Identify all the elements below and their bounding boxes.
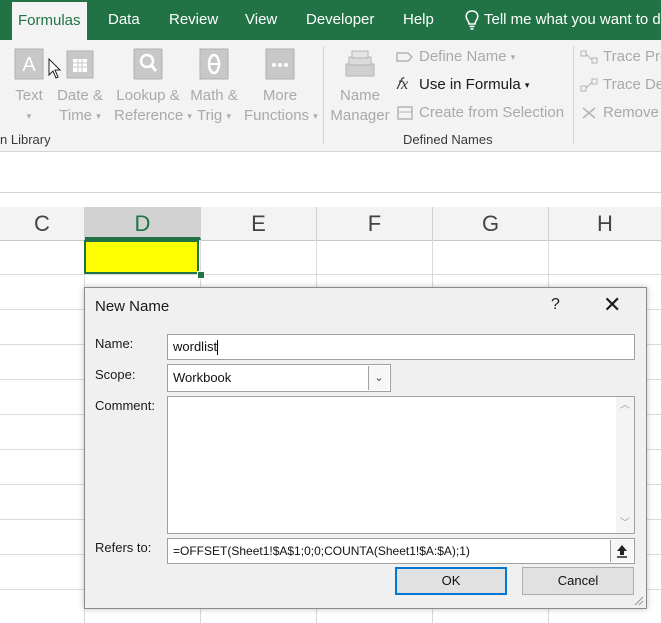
column-header-g[interactable]: G [433,207,549,240]
chevron-down-icon: ▾ [96,111,101,122]
scope-value: Workbook [173,370,232,385]
lookup-label-2: Reference [114,107,184,124]
more-functions-label-1: More [262,87,298,104]
tag-icon [396,52,414,62]
new-name-dialog: New Name ? ✕ Name: wordlist Scope: Workb… [84,287,647,609]
collapse-dialog-button[interactable] [610,540,633,562]
use-in-formula-button[interactable]: 𝑓x Use in Formula ▾ [396,74,529,96]
text-functions-label: Text [15,87,43,104]
refers-to-value: =OFFSET(Sheet1!$A$1;0;0;COUNTA(Sheet1!$A… [173,544,470,558]
lookup-reference-button[interactable]: Lookup & Reference ▾ [114,48,192,126]
trace-precedents-icon [580,50,598,64]
chevron-down-icon: ▾ [313,111,318,122]
math-trig-label-2: Trig [197,107,223,124]
remove-arrows-label: Remove [603,104,659,121]
date-time-label-2: Time [59,107,93,124]
column-header-e[interactable]: E [201,207,317,240]
tab-view[interactable]: View [245,0,277,40]
create-from-selection-icon [397,106,413,120]
trace-dependents-button[interactable]: Trace De [580,74,661,96]
chevron-down-icon: ▾ [226,111,231,122]
more-functions-button[interactable]: More Functions ▾ [244,48,318,126]
define-name-button[interactable]: Define Name ▾ [396,46,515,68]
column-header-c[interactable]: C [0,207,85,240]
name-manager-button[interactable]: Name Manager [328,48,392,126]
formula-bar[interactable] [0,152,661,193]
tab-review[interactable]: Review [169,0,218,40]
calendar-icon [66,50,94,79]
dropdown-arrow-button[interactable]: ⌄ [368,366,389,390]
tell-me-text: Tell me what you want to d [484,11,661,28]
name-manager-label-2: Manager [330,107,390,124]
date-time-button[interactable]: Date & Time ▾ [55,48,105,126]
date-time-label-1: Date & [57,87,103,104]
help-button[interactable]: ? [551,296,560,314]
trace-dependents-label: Trace De [603,76,661,93]
tab-data[interactable]: Data [108,0,140,40]
fill-handle[interactable] [197,271,205,279]
chevron-down-icon: ▾ [26,111,32,121]
math-trig-button[interactable]: Math & Trig ▾ [189,48,239,126]
ribbon-body: A Text ▾ Date & Time ▾ Lookup & Referenc… [0,40,661,152]
create-from-selection-button[interactable]: Create from Selection [396,102,564,124]
text-cursor [217,340,219,356]
use-in-formula-label: Use in Formula [419,76,521,93]
refers-to-label: Refers to: [95,540,152,555]
cancel-button[interactable]: Cancel [522,567,634,595]
name-value: wordlist [173,339,218,354]
defined-names-group-label: Defined Names [403,132,493,147]
name-manager-label-1: Name [339,87,380,104]
column-header-d[interactable]: D [85,207,201,240]
dialog-title: New Name [95,298,170,315]
math-trig-label-1: Math & [190,87,238,104]
scroll-up-icon[interactable]: ︿ [616,397,634,415]
column-header-f[interactable]: F [317,207,433,240]
chevron-down-icon: ▾ [524,80,530,91]
lookup-label-1: Lookup & [116,87,180,104]
tab-help[interactable]: Help [403,0,434,40]
math-trig-icon [199,48,229,80]
ribbon-separator [323,46,324,144]
scope-label: Scope: [95,367,136,382]
column-headers: C D E F G H [0,207,661,241]
text-function-icon: A [14,48,44,80]
comment-label: Comment: [95,398,155,413]
ribbon-tab-bar: Formulas Data Review View Developer Help… [0,0,661,40]
text-functions-button[interactable]: A Text ▾ [12,48,46,126]
create-from-selection-label: Create from Selection [419,104,565,121]
remove-arrows-icon [582,107,596,119]
function-library-group-label: n Library [0,132,51,147]
scroll-down-icon[interactable]: ﹀ [616,515,634,533]
selected-cell[interactable] [84,240,199,274]
more-functions-icon [265,48,295,80]
collapse-arrow-icon [617,545,627,558]
fx-icon: 𝑓x [396,76,409,94]
column-header-h[interactable]: H [549,207,661,240]
name-manager-icon [345,50,375,77]
trace-precedents-label: Trace Pre [603,48,661,65]
remove-arrows-button[interactable]: Remove [580,102,659,124]
refers-to-field[interactable]: =OFFSET(Sheet1!$A$1;0;0;COUNTA(Sheet1!$A… [167,538,635,564]
grid-line [0,274,661,275]
lightbulb-icon [465,10,479,30]
ribbon-separator [573,46,574,144]
tab-developer[interactable]: Developer [306,0,374,40]
trace-precedents-button[interactable]: Trace Pre [580,46,661,68]
tab-formulas[interactable]: Formulas [12,2,87,40]
tell-me-box[interactable]: Tell me what you want to d [464,0,661,40]
ok-button[interactable]: OK [395,567,507,595]
comment-textarea[interactable]: ︿ ﹀ [167,396,635,534]
name-field[interactable]: wordlist [167,334,635,360]
resize-grip-icon[interactable] [634,596,644,606]
comment-scrollbar[interactable]: ︿ ﹀ [616,397,634,533]
name-label: Name: [95,336,134,351]
close-icon[interactable]: ✕ [603,294,621,316]
svg-text:A: A [22,54,36,76]
more-functions-label-2: Functions [244,107,310,124]
trace-dependents-icon [580,78,598,92]
scope-select[interactable]: Workbook ⌄ [167,364,391,392]
chevron-down-icon: ▾ [510,52,516,63]
lookup-icon [133,48,163,80]
define-name-label: Define Name [419,48,507,65]
